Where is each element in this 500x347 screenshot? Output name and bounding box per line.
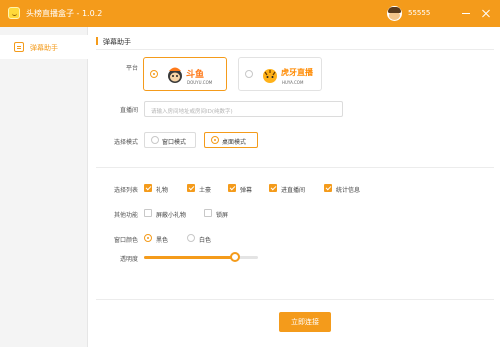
platform-option-douyu[interactable]: 斗鱼 DOUYU.COM	[143, 57, 227, 91]
mode-option-desktop[interactable]: 桌面模式	[204, 132, 258, 148]
color-radio-white[interactable]	[187, 234, 195, 242]
checkbox-label: 弹幕	[240, 187, 253, 194]
checkbox-block-small-gift[interactable]	[144, 209, 152, 217]
sidebar-item-danmaku[interactable]: 弹幕助手	[0, 35, 88, 59]
mode-option-label: 桌面模式	[222, 139, 247, 146]
checkbox-label: 屏蔽小礼物	[156, 212, 187, 219]
platform-option-huya[interactable]: 虎牙直播 HUYA.COM	[238, 57, 322, 91]
app-title: 头榜直播盒子 - 1.0.2	[26, 9, 103, 18]
mode-radio-window[interactable]	[151, 136, 159, 144]
checkbox-gift[interactable]	[144, 184, 152, 192]
douyu-logo: 斗鱼 DOUYU.COM	[166, 64, 222, 86]
footer-divider	[96, 299, 494, 300]
color-radio-black[interactable]	[144, 234, 152, 242]
sidebar: 弹幕助手	[0, 27, 88, 347]
mode-label: 选择模式	[113, 139, 138, 146]
opacity-slider-handle[interactable]	[230, 252, 241, 262]
user-name[interactable]: 55555	[408, 9, 430, 17]
main-panel: 弹幕助手 平台 斗鱼 DOUYU.COM 虎牙直播 HUYA.COM 直播间 请…	[88, 27, 500, 347]
color-label: 窗口颜色	[113, 237, 138, 244]
avatar-hair	[388, 7, 401, 13]
room-label: 直播间	[119, 107, 138, 114]
douyu-logo-text: 斗鱼	[186, 70, 205, 80]
opacity-label: 透明度	[119, 256, 138, 263]
mode-radio-desktop[interactable]	[211, 136, 219, 144]
opacity-slider[interactable]	[144, 252, 258, 262]
mode-option-window[interactable]: 窗口模式	[144, 132, 196, 148]
checkbox-label: 土豪	[199, 187, 212, 194]
checkbox-label: 礼物	[156, 187, 169, 194]
checkbox-enter-room[interactable]	[269, 184, 277, 192]
sidebar-item-label: 弹幕助手	[30, 44, 58, 52]
checkbox-label: 统计信息	[336, 187, 361, 194]
section-accent-bar	[96, 37, 98, 45]
checkbox-label: 进直播间	[281, 187, 306, 194]
list-label: 选择列表	[113, 187, 138, 194]
app-logo-icon	[8, 7, 20, 19]
title-bar: 头榜直播盒子 - 1.0.2 55555	[0, 0, 500, 27]
platform-radio-douyu[interactable]	[150, 70, 158, 78]
color-option-label: 白色	[199, 237, 212, 244]
close-icon[interactable]	[479, 6, 493, 20]
checkbox-danmu[interactable]	[228, 184, 236, 192]
mode-option-label: 窗口模式	[162, 139, 187, 146]
checkbox-label: 锁屏	[216, 212, 229, 219]
mode-divider	[96, 167, 494, 168]
room-input[interactable]: 请输入房间地址或房间ID(纯数字)	[144, 101, 343, 117]
section-title: 弹幕助手	[103, 38, 131, 46]
huya-logo-sub: HUYA.COM	[282, 80, 304, 85]
section-divider	[96, 49, 494, 50]
douyu-logo-sub: DOUYU.COM	[187, 80, 213, 85]
other-label: 其他功能	[113, 212, 138, 219]
huya-logo: 虎牙直播 HUYA.COM	[261, 64, 317, 86]
connect-button[interactable]: 立即连接	[279, 312, 331, 332]
checkbox-tuhao[interactable]	[187, 184, 195, 192]
minimize-icon[interactable]	[459, 6, 473, 20]
checkbox-lock-screen[interactable]	[204, 209, 212, 217]
platform-radio-huya[interactable]	[245, 70, 253, 78]
user-avatar[interactable]	[387, 6, 402, 21]
huya-logo-text: 虎牙直播	[281, 68, 313, 77]
opacity-slider-fill	[144, 256, 236, 259]
danmaku-icon	[14, 42, 24, 52]
checkbox-stats[interactable]	[324, 184, 332, 192]
color-option-label: 黑色	[156, 237, 169, 244]
platform-label: 平台	[125, 65, 138, 72]
